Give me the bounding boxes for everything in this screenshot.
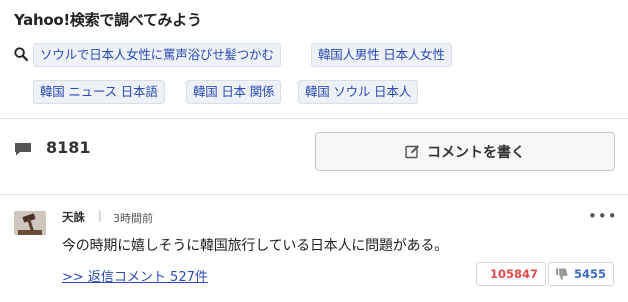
comment-timestamp: 3時間前	[113, 212, 153, 225]
gavel-icon	[14, 211, 46, 235]
write-comment-button[interactable]: コメントを書く	[315, 132, 615, 171]
replies-link[interactable]: >> 返信コメント 527件	[62, 266, 208, 285]
comment-body: 今の時期に嬉しそうに韓国旅行している日本人に問題がある。	[62, 238, 448, 254]
meta-divider: |	[98, 209, 102, 222]
section-divider	[0, 194, 628, 195]
section-divider	[0, 118, 628, 119]
avatar[interactable]	[14, 211, 46, 235]
search-icon	[14, 47, 28, 61]
like-button[interactable]: 105847	[476, 262, 546, 286]
thumbs-down-icon	[555, 268, 568, 280]
dislike-button[interactable]: 5455	[548, 262, 614, 286]
search-suggestion-chip[interactable]: 韓国 ソウル 日本人	[298, 80, 418, 104]
more-options-icon[interactable]: •••	[588, 207, 618, 225]
search-suggestion-chip[interactable]: 韓国 ニュース 日本語	[33, 80, 165, 104]
search-suggestion-chip[interactable]: 韓国人男性 日本人女性	[311, 43, 452, 67]
comment-count: 8181	[46, 138, 91, 157]
like-count: 105847	[489, 267, 538, 281]
search-suggestion-chip[interactable]: 韓国 日本 関係	[186, 80, 282, 104]
write-comment-label: コメントを書く	[427, 144, 525, 161]
pencil-icon	[405, 145, 419, 159]
search-suggestion-chip[interactable]: ソウルで日本人女性に罵声浴びせ髪つかむ	[33, 43, 281, 67]
comment-username[interactable]: 天誅	[62, 209, 85, 225]
dislike-count: 5455	[573, 267, 606, 281]
search-title: Yahoo!検索で調べてみよう	[14, 11, 202, 29]
thumbs-up-icon	[483, 273, 484, 275]
speech-bubble-icon	[15, 143, 31, 156]
